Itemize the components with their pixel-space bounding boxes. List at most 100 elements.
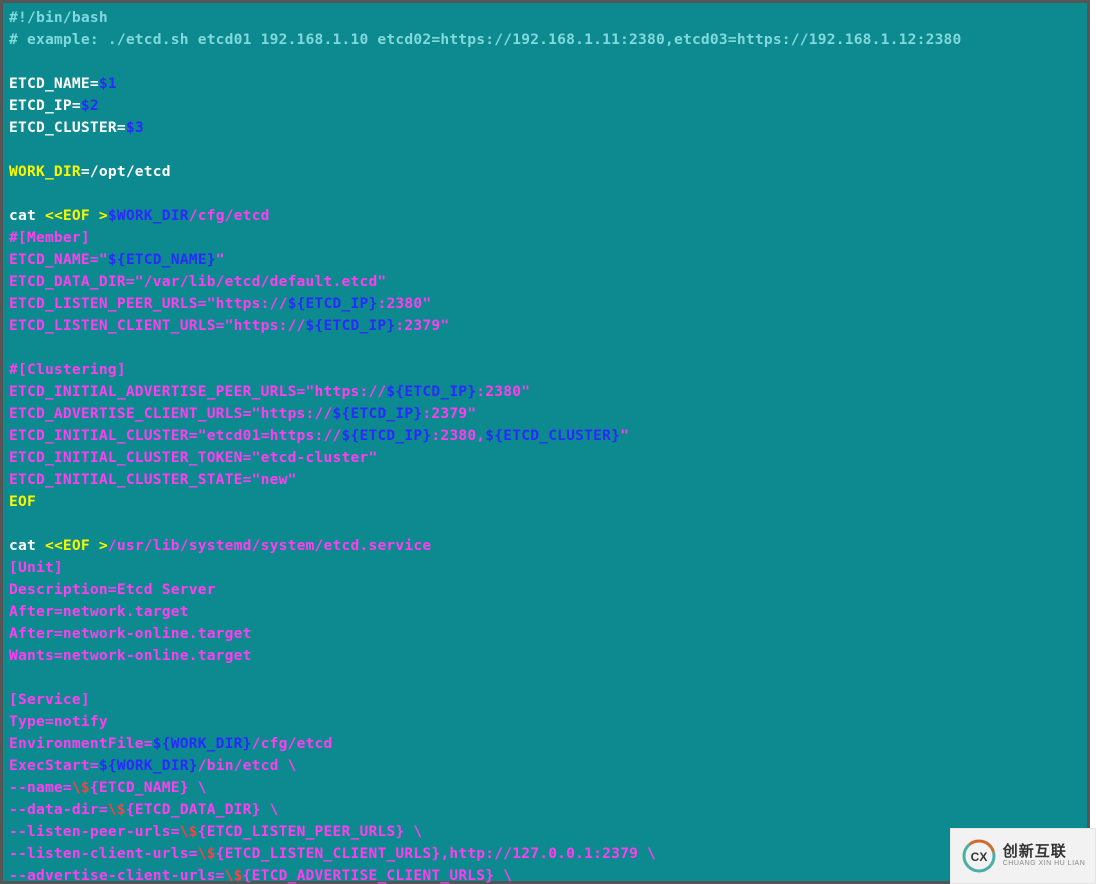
code-token: ${ETCD_IP} [288,295,378,312]
code-line[interactable]: --listen-client-urls=\${ETCD_LISTEN_CLIE… [9,843,1081,865]
code-token: --name= [9,779,72,796]
code-token: ETCD_INITIAL_CLUSTER_STATE="new" [9,471,297,488]
code-token: #[Member] [9,229,90,246]
code-token: $1 [99,75,117,92]
code-token: ${ETCD_IP} [306,317,396,334]
code-token: :2379" [395,317,449,334]
code-token: ${ETCD_NAME} [108,251,216,268]
code-line[interactable]: EOF [9,491,1081,513]
code-token: $2 [81,97,99,114]
code-token: #!/bin/bash [9,9,108,26]
code-token: ETCD_ADVERTISE_CLIENT_URLS="https:// [9,405,333,422]
code-token: ${ETCD_IP} [333,405,423,422]
code-token: --listen-peer-urls= [9,823,180,840]
code-token: --data-dir= [9,801,108,818]
code-line[interactable]: WORK_DIR=/opt/etcd [9,161,1081,183]
code-line[interactable]: ETCD_CLUSTER=$3 [9,117,1081,139]
code-token: ETCD_INITIAL_CLUSTER="etcd01=https:// [9,427,342,444]
code-token: EnvironmentFile= [9,735,153,752]
code-token: /cfg/etcd [189,207,270,224]
code-token: ${WORK_DIR} [153,735,252,752]
code-token: \$ [225,867,243,884]
code-token: $3 [126,119,144,136]
code-token: /bin/etcd \ [198,757,297,774]
code-token: ETCD_CLUSTER= [9,119,126,136]
code-token: {ETCD_ADVERTISE_CLIENT_URLS} \ [243,867,513,884]
code-token: ${WORK_DIR} [99,757,198,774]
code-token: --listen-client-urls= [9,845,198,862]
code-line[interactable]: ETCD_INITIAL_ADVERTISE_PEER_URLS="https:… [9,381,1081,403]
code-token: cat [9,537,45,554]
code-token: ETCD_DATA_DIR="/var/lib/etcd/default.etc… [9,273,386,290]
code-token: $WORK_DIR [108,207,189,224]
code-token: \$ [108,801,126,818]
code-line[interactable] [9,139,1081,161]
code-token: ETCD_LISTEN_PEER_URLS="https:// [9,295,288,312]
code-line[interactable]: ETCD_LISTEN_PEER_URLS="https://${ETCD_IP… [9,293,1081,315]
code-line[interactable]: cat <<EOF >$WORK_DIR/cfg/etcd [9,205,1081,227]
code-line[interactable]: --advertise-client-urls=\${ETCD_ADVERTIS… [9,865,1081,884]
code-line[interactable] [9,183,1081,205]
code-line[interactable]: Type=notify [9,711,1081,733]
code-token: ExecStart= [9,757,99,774]
code-token: [Service] [9,691,90,708]
code-token: ETCD_IP= [9,97,81,114]
code-token: ${ETCD_IP} [342,427,432,444]
code-token: Type=notify [9,713,108,730]
code-token: {ETCD_LISTEN_PEER_URLS} \ [198,823,423,840]
code-line[interactable]: After=network.target [9,601,1081,623]
code-line[interactable]: # example: ./etcd.sh etcd01 192.168.1.10… [9,29,1081,51]
watermark-text-en: CHUANG XIN HU LIAN [1003,860,1086,868]
code-token: \$ [72,779,90,796]
code-token: /usr/lib/systemd/system/etcd.service [108,537,432,554]
code-line[interactable]: After=network-online.target [9,623,1081,645]
code-token: #[Clustering] [9,361,126,378]
code-token: :2380, [431,427,485,444]
code-line[interactable]: ETCD_INITIAL_CLUSTER="etcd01=https://${E… [9,425,1081,447]
code-line[interactable]: ETCD_INITIAL_CLUSTER_STATE="new" [9,469,1081,491]
code-token: {ETCD_LISTEN_CLIENT_URLS},http://127.0.0… [216,845,656,862]
code-line[interactable]: [Unit] [9,557,1081,579]
code-line[interactable]: #[Clustering] [9,359,1081,381]
code-line[interactable]: [Service] [9,689,1081,711]
code-line[interactable]: ETCD_LISTEN_CLIENT_URLS="https://${ETCD_… [9,315,1081,337]
code-line[interactable] [9,337,1081,359]
code-line[interactable]: ETCD_NAME=$1 [9,73,1081,95]
code-editor-viewport[interactable]: #!/bin/bash # example: ./etcd.sh etcd01 1… [0,0,1090,884]
code-line[interactable] [9,667,1081,689]
code-line[interactable]: cat <<EOF >/usr/lib/systemd/system/etcd.… [9,535,1081,557]
code-line[interactable]: Wants=network-online.target [9,645,1081,667]
code-line[interactable]: ETCD_INITIAL_CLUSTER_TOKEN="etcd-cluster… [9,447,1081,469]
code-token: =/opt/etcd [81,163,171,180]
code-line[interactable]: #[Member] [9,227,1081,249]
code-token: ETCD_LISTEN_CLIENT_URLS="https:// [9,317,306,334]
code-token: /cfg/etcd [252,735,333,752]
code-token: :2380" [377,295,431,312]
code-line[interactable]: --name=\${ETCD_NAME} \ [9,777,1081,799]
watermark-text-cn: 创新互联 [1003,844,1086,861]
code-line[interactable]: #!/bin/bash [9,7,1081,29]
code-token: # example: ./etcd.sh etcd01 192.168.1.10… [9,31,962,48]
code-line[interactable]: --listen-peer-urls=\${ETCD_LISTEN_PEER_U… [9,821,1081,843]
code-line[interactable]: --data-dir=\${ETCD_DATA_DIR} \ [9,799,1081,821]
code-token: ETCD_INITIAL_CLUSTER_TOKEN="etcd-cluster… [9,449,377,466]
code-token: <<EOF > [45,537,108,554]
code-token: After=network-online.target [9,625,252,642]
code-line[interactable]: Description=Etcd Server [9,579,1081,601]
code-token: Wants=network-online.target [9,647,252,664]
code-line[interactable] [9,51,1081,73]
code-token: [Unit] [9,559,63,576]
code-line[interactable]: ETCD_DATA_DIR="/var/lib/etcd/default.etc… [9,271,1081,293]
code-line[interactable]: ETCD_ADVERTISE_CLIENT_URLS="https://${ET… [9,403,1081,425]
code-line[interactable]: ETCD_NAME="${ETCD_NAME}" [9,249,1081,271]
code-token: " [216,251,225,268]
svg-text:CX: CX [970,850,987,864]
code-token: ETCD_NAME=" [9,251,108,268]
code-line[interactable]: ExecStart=${WORK_DIR}/bin/etcd \ [9,755,1081,777]
code-line[interactable]: EnvironmentFile=${WORK_DIR}/cfg/etcd [9,733,1081,755]
code-line[interactable] [9,513,1081,535]
code-line[interactable]: ETCD_IP=$2 [9,95,1081,117]
code-token: WORK_DIR [9,163,81,180]
code-token: ETCD_INITIAL_ADVERTISE_PEER_URLS="https:… [9,383,386,400]
code-token: " [620,427,629,444]
